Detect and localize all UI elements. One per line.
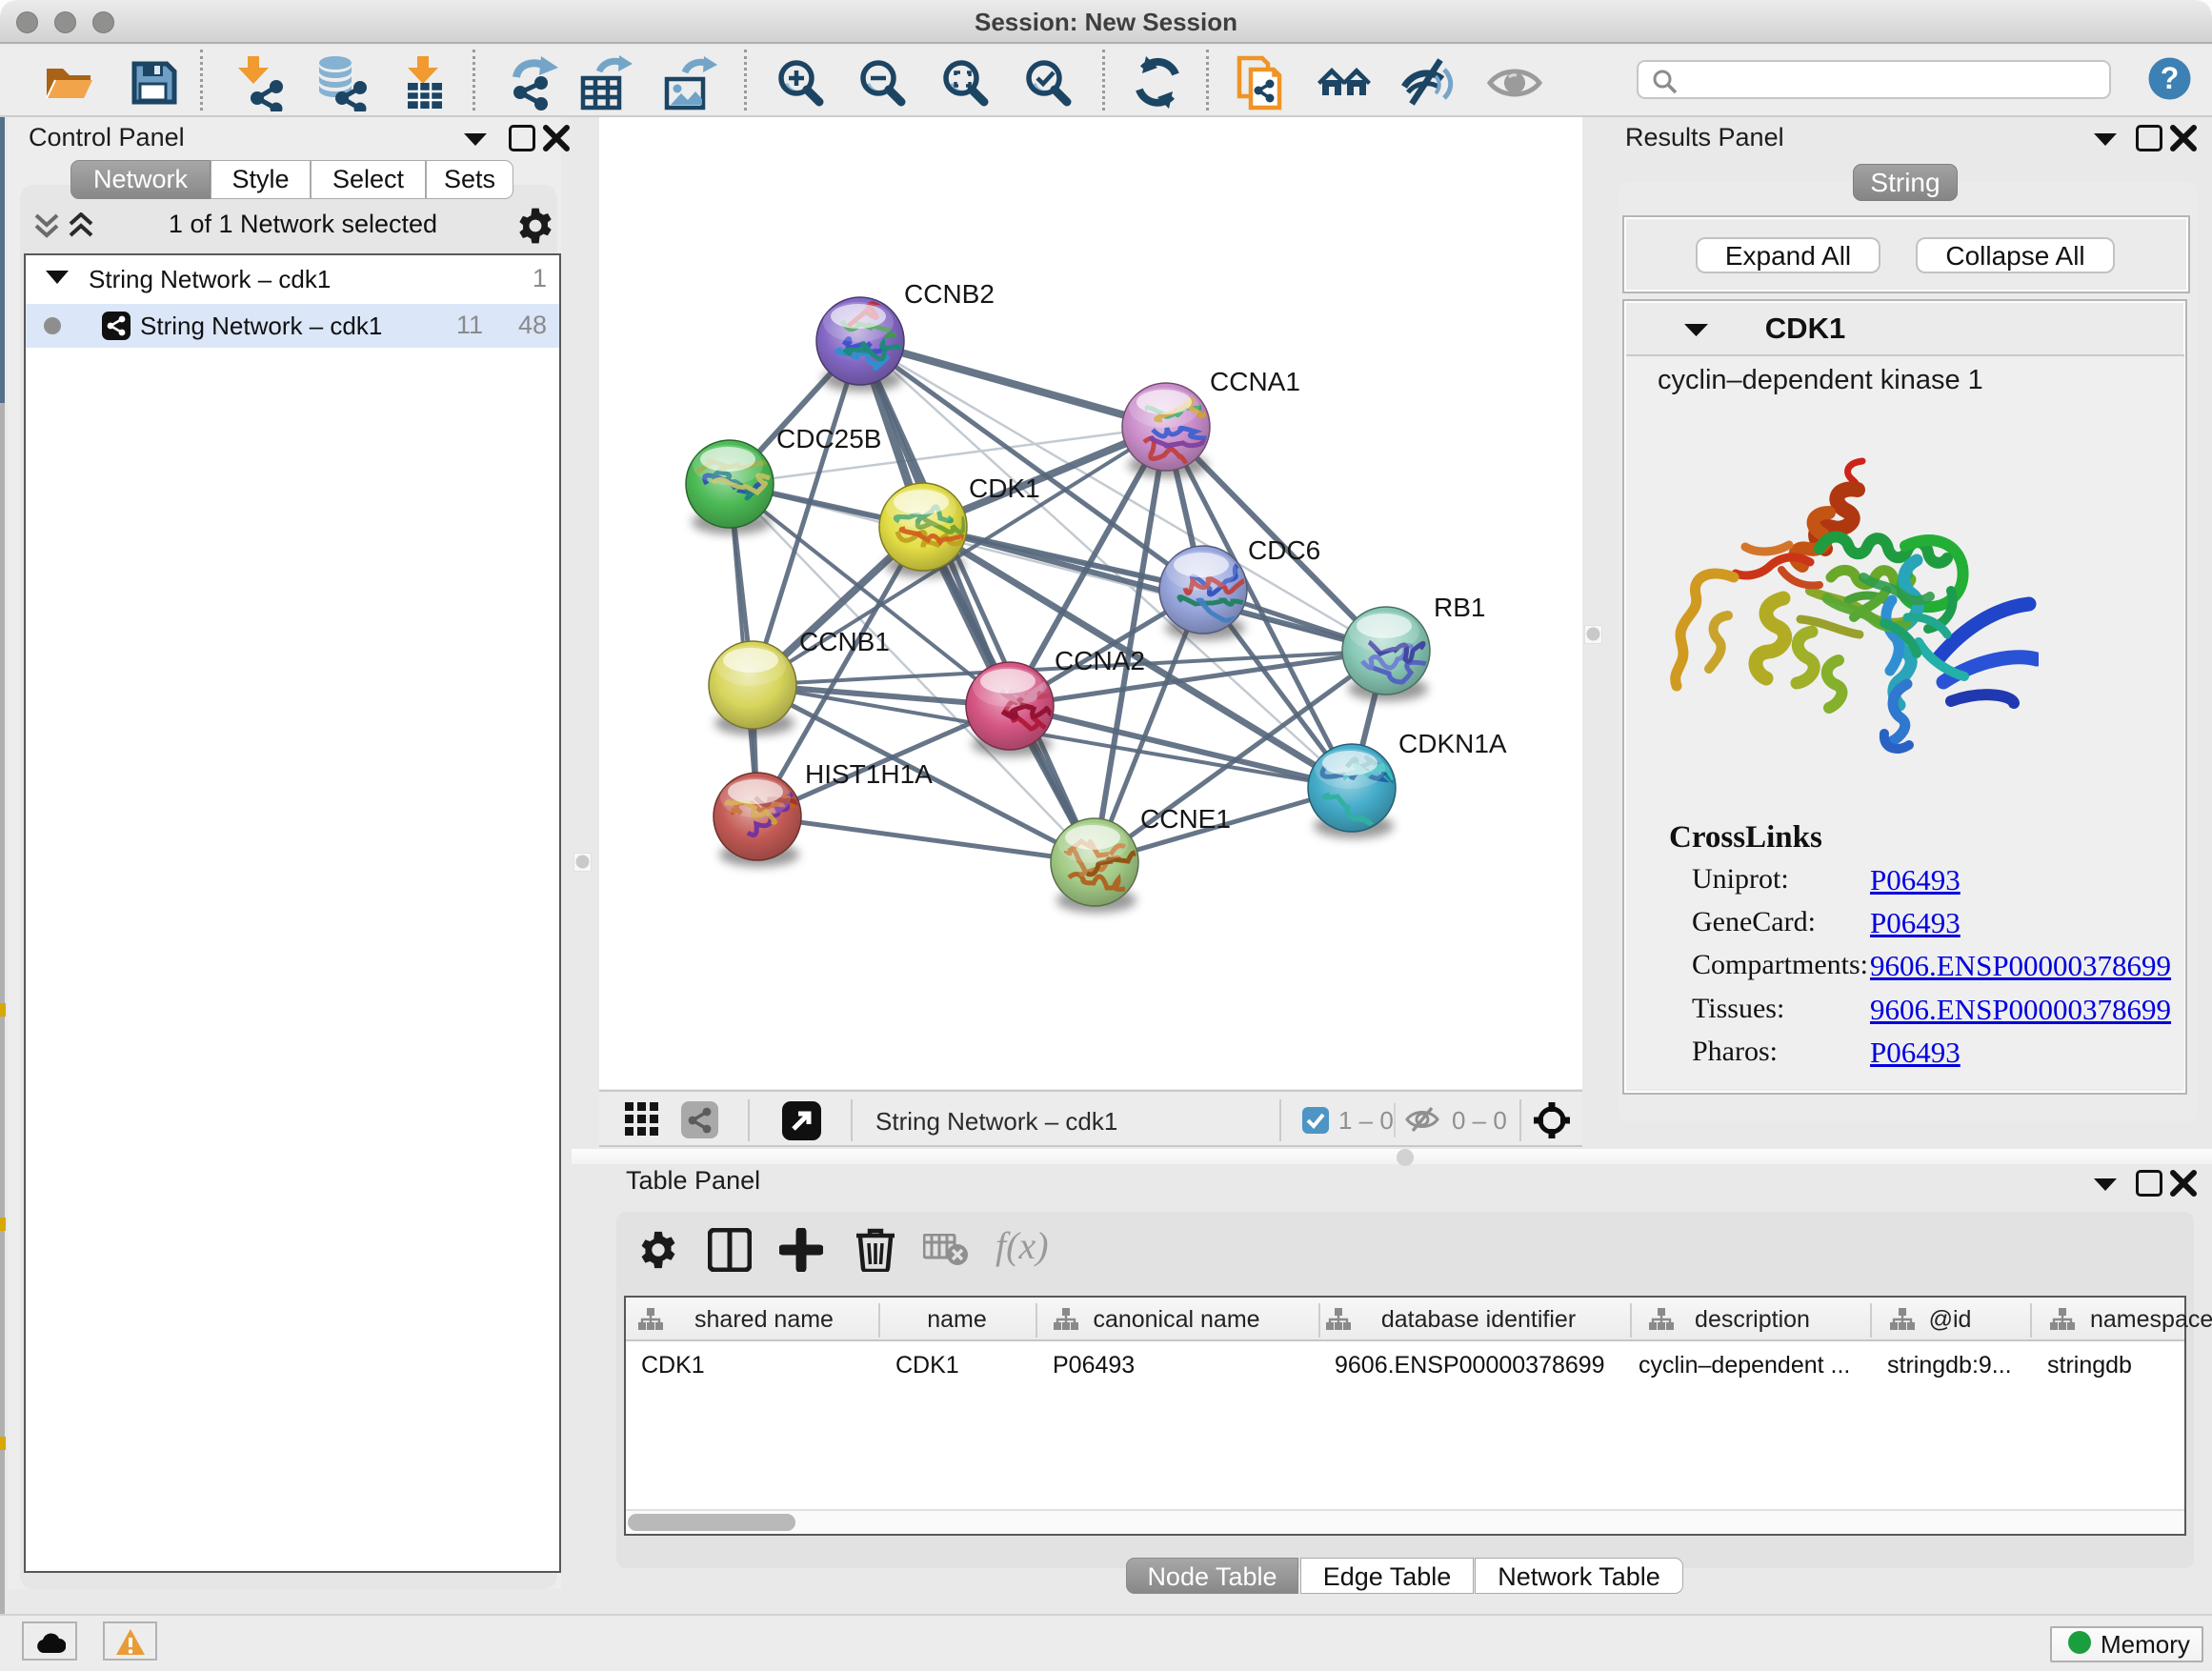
svg-text:CDK1: CDK1 bbox=[969, 473, 1040, 503]
svg-text:RB1: RB1 bbox=[1434, 593, 1485, 622]
svg-text:CCNB2: CCNB2 bbox=[904, 279, 995, 309]
svg-text:CDC25B: CDC25B bbox=[776, 424, 881, 453]
svg-text:?: ? bbox=[2161, 61, 2180, 95]
svg-text:HIST1H1A: HIST1H1A bbox=[805, 759, 933, 789]
svg-text:CDKN1A: CDKN1A bbox=[1398, 729, 1507, 758]
svg-text:CCNB1: CCNB1 bbox=[799, 627, 890, 656]
svg-text:CCNE1: CCNE1 bbox=[1140, 804, 1231, 834]
svg-text:CCNA1: CCNA1 bbox=[1210, 367, 1300, 396]
svg-text:CCNA2: CCNA2 bbox=[1055, 646, 1145, 675]
svg-text:CDC6: CDC6 bbox=[1248, 535, 1320, 565]
